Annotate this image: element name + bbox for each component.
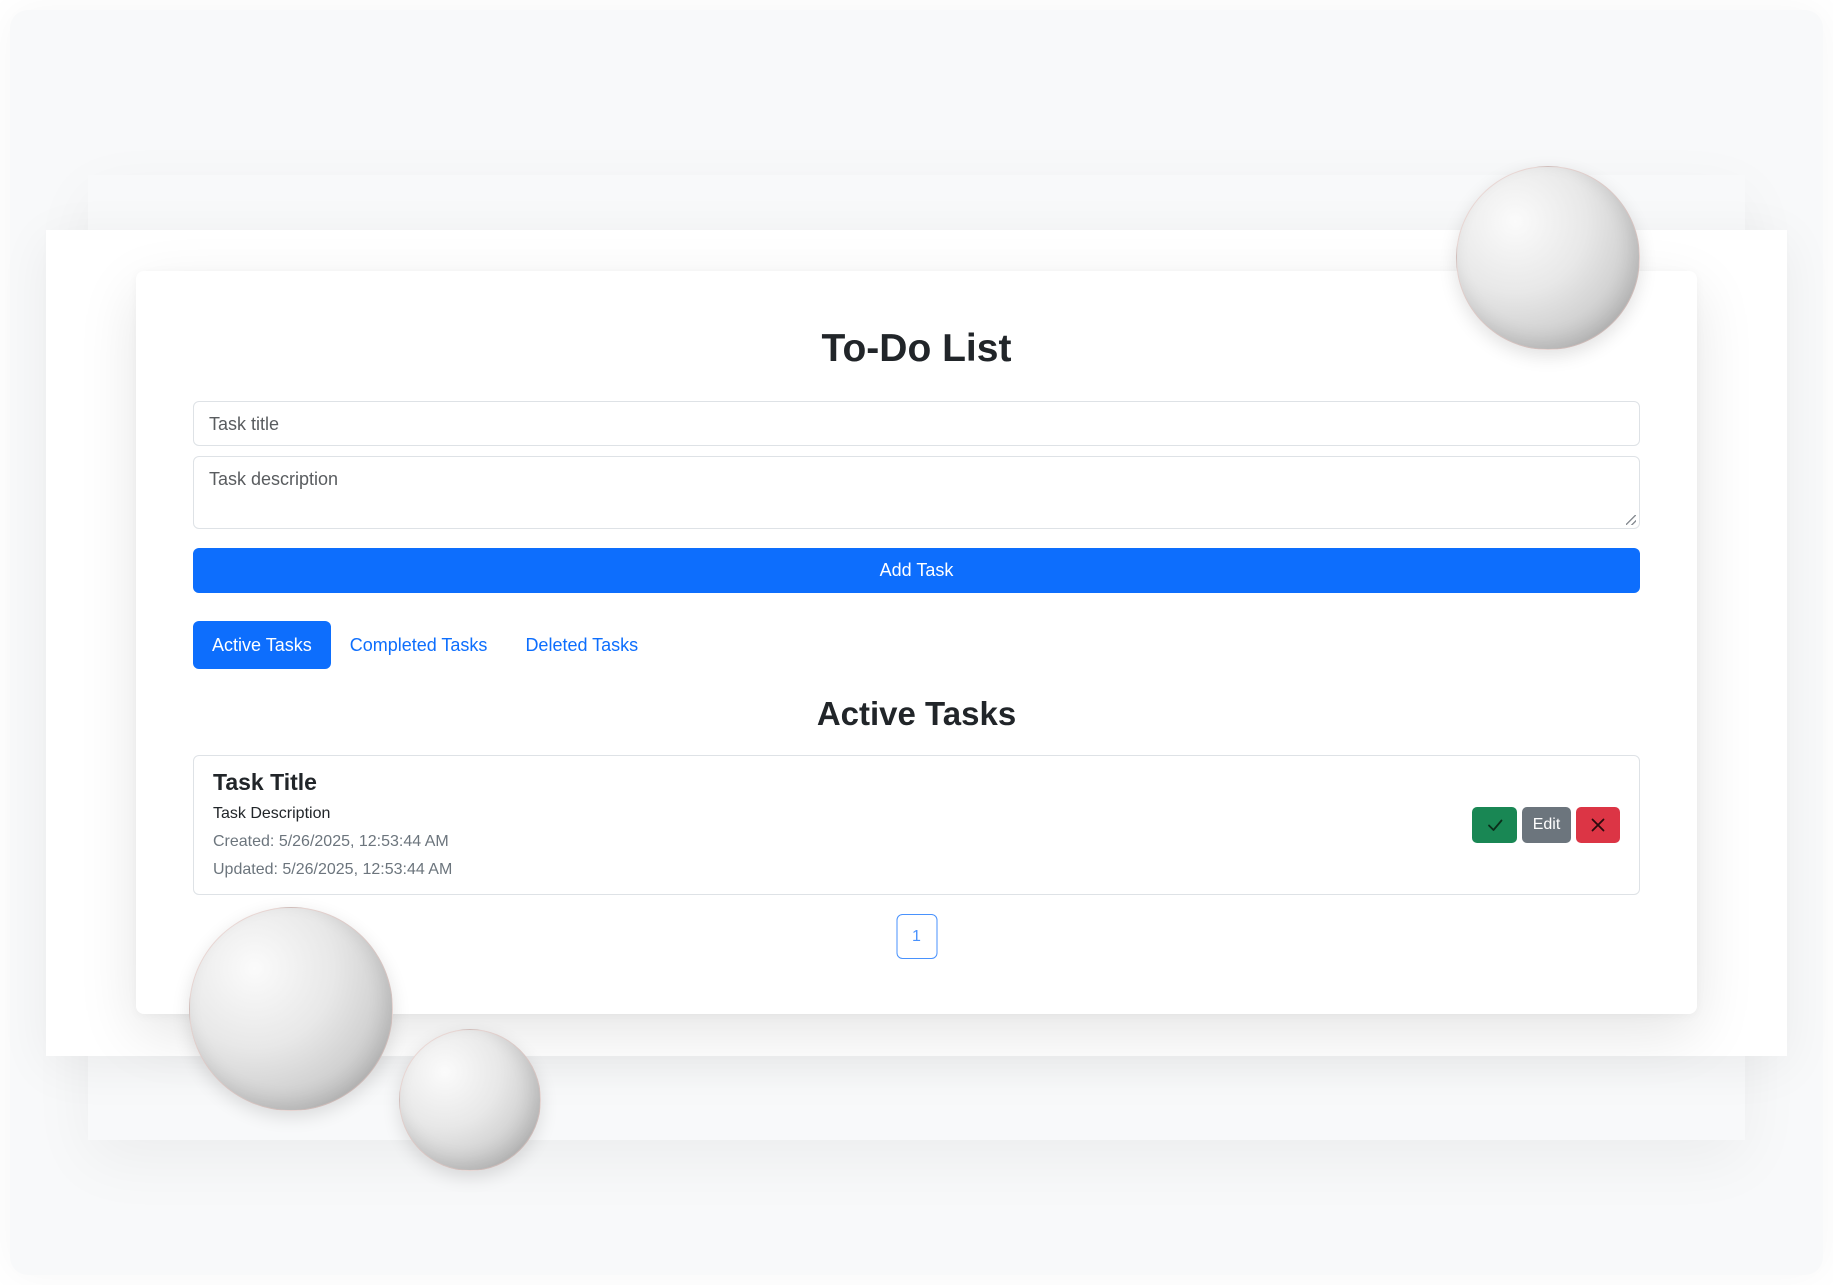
resize-grip-icon[interactable] bbox=[1626, 515, 1636, 525]
task-created-timestamp: Created: 5/26/2025, 12:53:44 AM bbox=[213, 833, 449, 850]
section-title: Active Tasks bbox=[816, 695, 1017, 732]
complete-task-button[interactable] bbox=[1472, 807, 1517, 843]
pagination-page-1[interactable]: 1 bbox=[896, 914, 937, 959]
page-stage: To-Do List Task title Task description A… bbox=[0, 0, 1833, 1285]
task-updated-timestamp: Updated: 5/26/2025, 12:53:44 AM bbox=[213, 861, 453, 878]
edit-task-button[interactable]: Edit bbox=[1522, 807, 1571, 843]
delete-task-button[interactable] bbox=[1576, 807, 1620, 843]
tab-active-tasks[interactable]: Active Tasks bbox=[193, 621, 331, 669]
task-description-textarea[interactable]: Task description bbox=[193, 456, 1640, 529]
task-description-placeholder: Task description bbox=[209, 469, 339, 489]
task-title: Task Title bbox=[213, 769, 317, 795]
decorative-sphere-bottom-left-large bbox=[189, 907, 393, 1111]
task-list-item: Task Title Task Description Created: 5/2… bbox=[193, 755, 1640, 895]
tab-deleted-tasks[interactable]: Deleted Tasks bbox=[506, 621, 657, 669]
check-icon bbox=[1487, 819, 1502, 831]
add-task-button[interactable]: Add Task bbox=[193, 548, 1640, 593]
page-title: To-Do List bbox=[821, 327, 1012, 370]
decorative-sphere-bottom-left-small bbox=[399, 1029, 541, 1171]
task-actions: Edit bbox=[1472, 807, 1620, 843]
todo-card: To-Do List Task title Task description A… bbox=[136, 271, 1697, 1014]
task-title-input[interactable]: Task title bbox=[193, 401, 1640, 446]
task-tabs: Active Tasks Completed Tasks Deleted Tas… bbox=[193, 621, 657, 669]
task-description: Task Description bbox=[213, 805, 331, 822]
tab-completed-tasks[interactable]: Completed Tasks bbox=[331, 621, 507, 669]
x-icon bbox=[1591, 818, 1605, 832]
decorative-sphere-top-right bbox=[1456, 166, 1640, 350]
